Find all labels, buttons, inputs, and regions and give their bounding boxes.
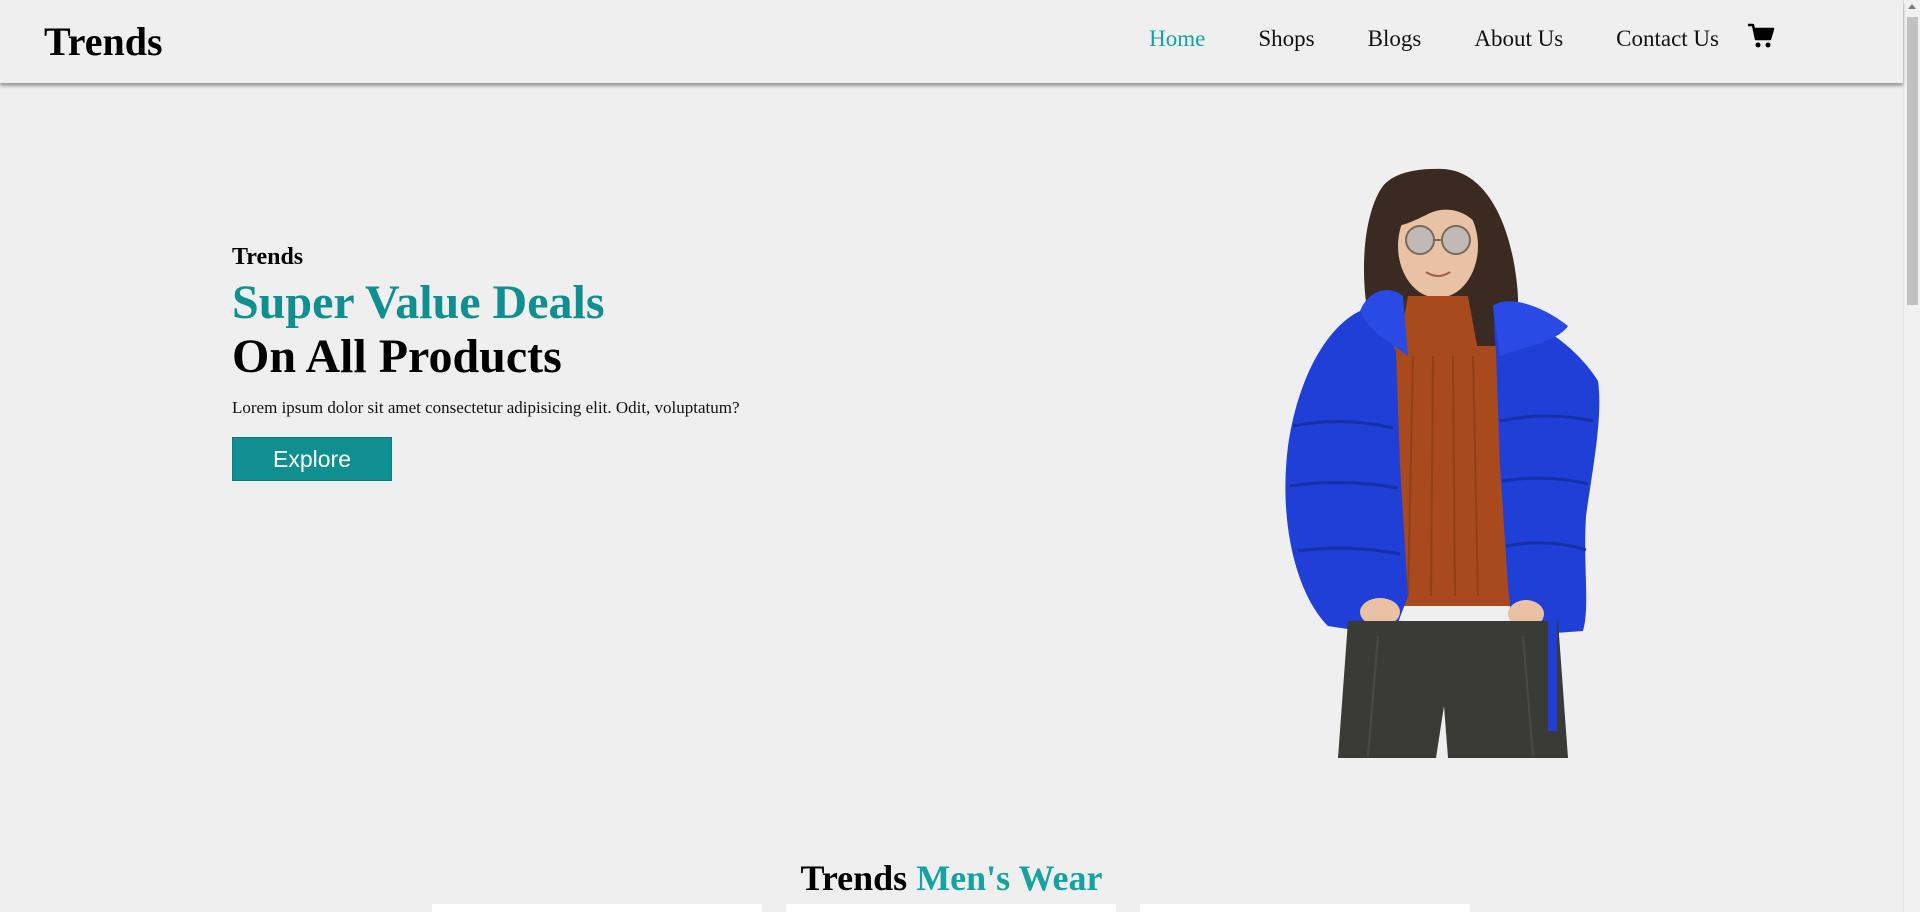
hero-model-image — [1268, 166, 1606, 758]
hero-title: On All Products — [232, 330, 562, 383]
site-header: Trends Home Shops Blogs About Us Contact… — [0, 0, 1903, 83]
product-cards — [432, 904, 1494, 912]
main-nav: Home Shops Blogs About Us Contact Us — [1096, 22, 1775, 54]
nav-home[interactable]: Home — [1149, 24, 1205, 54]
nav-about-us[interactable]: About Us — [1474, 24, 1563, 54]
nav-blogs[interactable]: Blogs — [1368, 24, 1422, 54]
nav-shops[interactable]: Shops — [1258, 24, 1314, 54]
explore-button[interactable]: Explore — [232, 437, 392, 481]
section-title-accent: Men's Wear — [916, 857, 1103, 898]
product-card[interactable] — [786, 904, 1116, 912]
hero-eyebrow: Trends — [232, 244, 304, 270]
nav-contact-us[interactable]: Contact Us — [1616, 24, 1719, 54]
scroll-up-arrow-icon[interactable] — [1908, 4, 1916, 9]
vertical-scrollbar[interactable] — [1903, 0, 1920, 912]
shopping-cart-icon[interactable] — [1747, 22, 1775, 50]
scrollbar-thumb[interactable] — [1907, 17, 1918, 305]
hero-title-accent: Super Value Deals — [232, 276, 605, 329]
section-title: Trends Men's Wear — [0, 856, 1903, 900]
hero-description: Lorem ipsum dolor sit amet consectetur a… — [232, 398, 740, 417]
site-logo[interactable]: Trends — [44, 19, 163, 65]
page: Trends Home Shops Blogs About Us Contact… — [0, 0, 1920, 912]
section-title-prefix: Trends — [800, 857, 908, 898]
product-card[interactable] — [1140, 904, 1470, 912]
product-card[interactable] — [432, 904, 762, 912]
hero-text: Trends Super Value Deals On All Products… — [232, 240, 740, 481]
